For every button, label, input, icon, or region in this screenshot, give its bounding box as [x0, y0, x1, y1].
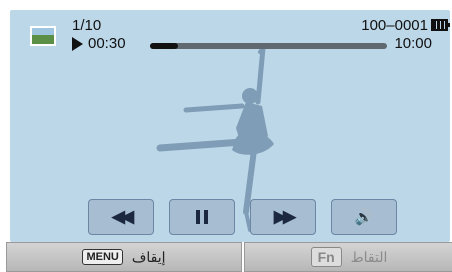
camera-playback-screen: 1/10 00:30 100–0001 10:00 ◀◀ ▶▶ 🔊 MENU إ…	[0, 0, 452, 272]
video-display: 1/10 00:30 100–0001 10:00 ◀◀ ▶▶ 🔊	[10, 10, 450, 242]
landscape-thumbnail-icon	[30, 26, 56, 46]
elapsed-time: 00:30	[88, 35, 126, 52]
rewind-button[interactable]: ◀◀	[88, 199, 154, 235]
play-icon	[72, 37, 83, 51]
battery-full-icon	[431, 19, 450, 31]
fast-forward-button[interactable]: ▶▶	[250, 199, 316, 235]
volume-icon: 🔊	[354, 209, 374, 226]
progress-bar[interactable]	[150, 43, 387, 49]
pause-icon	[196, 210, 208, 224]
file-counter: 1/10	[72, 17, 102, 34]
menu-key-badge: MENU	[82, 249, 123, 265]
progress-fill	[150, 43, 179, 49]
fn-key-badge: Fn	[310, 247, 342, 267]
stop-label: إيقاف	[131, 248, 166, 265]
rewind-icon: ◀◀	[111, 207, 134, 226]
pause-button[interactable]	[169, 199, 235, 235]
volume-button[interactable]: 🔊	[331, 199, 397, 235]
file-number: 100–0001	[361, 17, 428, 34]
capture-label: التقاط	[350, 248, 388, 265]
fast-forward-icon: ▶▶	[273, 207, 296, 226]
total-duration: 10:00	[394, 35, 432, 52]
